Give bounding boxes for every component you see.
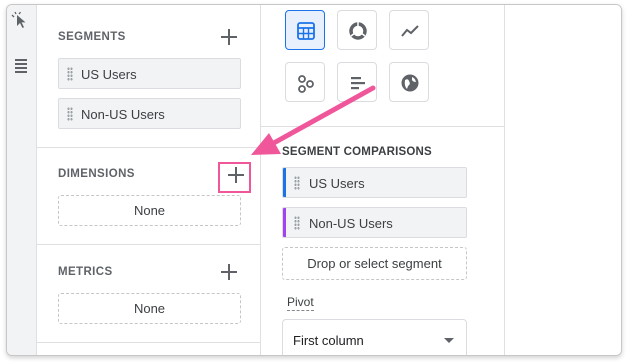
annotation-arrow-icon xyxy=(251,85,376,155)
exploration-editor: SEGMENTS US Users Non-US Users DIMENSION… xyxy=(6,4,622,356)
